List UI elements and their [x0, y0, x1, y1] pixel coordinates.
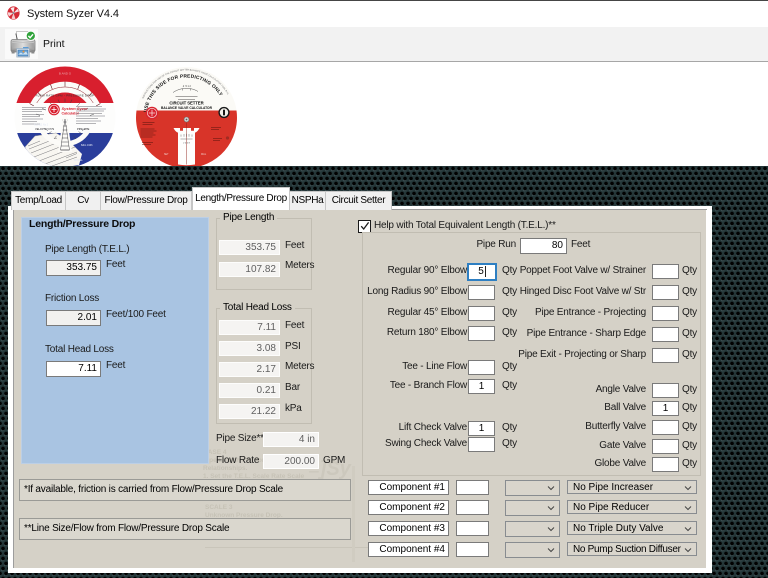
svg-text:2 4 6 8: 2 4 6 8: [183, 143, 190, 145]
svg-text:B AND G: B AND G: [59, 72, 72, 76]
svg-text:MODEL: MODEL: [74, 159, 84, 162]
svg-text:SET: SET: [164, 154, 169, 156]
svg-text:FLOW RATE GPM - PRESSURE DROP: FLOW RATE GPM - PRESSURE DROP: [36, 94, 95, 98]
svg-text:B&G 1966: B&G 1966: [81, 144, 93, 147]
svg-text:.2 .5 1 2: .2 .5 1 2: [182, 85, 191, 88]
svg-text:DIAL: DIAL: [201, 153, 207, 156]
svg-text:CIRCUIT SETTER: CIRCUIT SETTER: [169, 100, 204, 105]
svg-text:SCALE No 2: SCALE No 2: [34, 124, 49, 127]
svg-text:BALANCE VALVE CALCULATOR: BALANCE VALVE CALCULATOR: [161, 106, 213, 110]
